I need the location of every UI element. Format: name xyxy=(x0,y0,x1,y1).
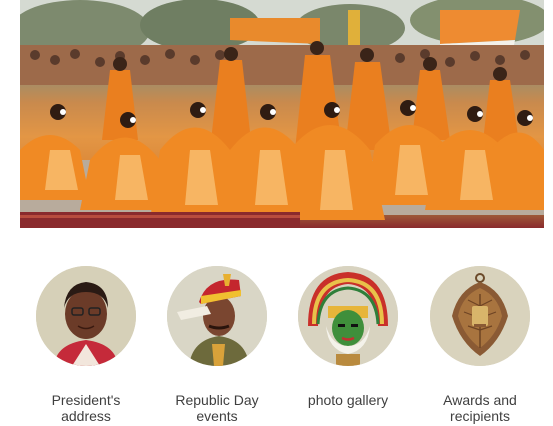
tile-awards-and-recipients[interactable]: Awards and recipients xyxy=(428,266,532,424)
page: President's address Republic Day events xyxy=(0,0,553,426)
tile-label: Republic Day events xyxy=(175,392,259,424)
kathakali-mask-icon xyxy=(298,266,398,366)
hero-banner-image xyxy=(20,0,544,228)
tile-republic-day-events[interactable]: Republic Day events xyxy=(165,266,269,424)
tile-label: photo gallery xyxy=(307,392,389,408)
tile-label: President's address xyxy=(51,392,121,424)
guard-salute-icon xyxy=(167,266,267,366)
tile-photo-gallery[interactable]: photo gallery xyxy=(296,266,400,408)
award-emblem-icon xyxy=(430,266,530,366)
president-portrait-icon xyxy=(36,266,136,366)
dance-performance-illustration xyxy=(20,0,544,228)
tile-label: Awards and recipients xyxy=(443,392,517,424)
tile-presidents-address[interactable]: President's address xyxy=(34,266,138,424)
